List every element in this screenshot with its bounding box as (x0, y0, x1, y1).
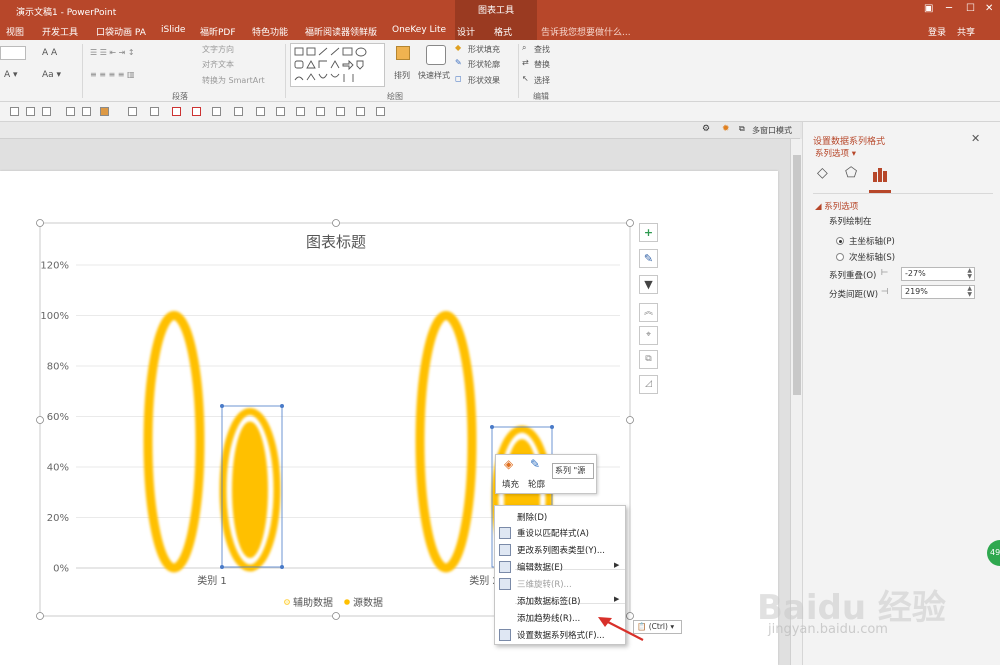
layers-icon[interactable]: ⧉ (639, 350, 658, 369)
annotation-arrow (598, 617, 644, 641)
context-menu-item[interactable]: 更改系列图表类型(Y)... (495, 543, 625, 557)
mini-toolbar: ◈ 填充 ✎ 轮廓 系列 "源 (495, 454, 597, 494)
context-menu-item-label: 添加趋势线(R)... (517, 614, 581, 624)
context-menu-item[interactable]: 删除(D) (495, 510, 625, 524)
y-tick-label: 100% (40, 311, 69, 322)
edit-data-icon (499, 561, 511, 573)
series-options-section[interactable]: ◢ 系列选项 (815, 200, 858, 212)
chart-title[interactable]: 图表标题 (306, 233, 366, 251)
context-menu-item-label: 三维旋转(R)... (517, 580, 572, 590)
bar-aux-series[interactable] (143, 311, 205, 573)
overlap-spinner[interactable]: -27% ▲ ▼ (901, 267, 975, 281)
context-menu-item[interactable]: 编辑数据(E) ▶ (495, 560, 625, 574)
legend-marker (344, 599, 350, 605)
overlap-label: 系列重叠(O) (829, 271, 877, 281)
submenu-arrow-icon: ▶ (614, 595, 620, 603)
y-tick-label: 40% (47, 463, 69, 474)
filter-icon[interactable]: ▼ (639, 275, 658, 294)
bar-chart-icon[interactable] (872, 166, 888, 182)
resize-handle[interactable] (36, 219, 44, 227)
x-axis-ticks: 类别 1 类别 2 (197, 574, 499, 587)
primary-axis-radio[interactable] (836, 237, 844, 245)
context-menu-item[interactable]: 重设以匹配样式(A) (495, 526, 625, 540)
y-tick-label: 120% (40, 261, 69, 272)
legend-marker (284, 599, 290, 605)
fill-button[interactable]: 填充 (502, 478, 519, 490)
context-menu-item-label: 编辑数据(E) (517, 563, 564, 573)
context-menu-item: 三维旋转(R)... (495, 577, 625, 591)
resize-handle[interactable] (332, 219, 340, 227)
fill-bucket-icon[interactable]: ◈ (504, 457, 513, 471)
resize-handle[interactable] (36, 416, 44, 424)
reset-icon (499, 527, 511, 539)
share-button[interactable]: 共享 (957, 25, 975, 38)
context-menu-item-label: 重设以匹配样式(A) (517, 529, 589, 539)
outline-pen-icon[interactable]: ✎ (530, 457, 540, 471)
spinner-arrows-icon[interactable]: ▲ ▼ (967, 268, 972, 280)
resize-handle[interactable] (626, 416, 634, 424)
chart-bars (143, 311, 553, 573)
secondary-axis-label[interactable]: 次坐标轴(S) (849, 251, 895, 263)
gap-width-spinner[interactable]: 219% ▲ ▼ (901, 285, 975, 299)
effects-pentagon-icon[interactable]: ⬠ (845, 165, 857, 181)
context-menu-item[interactable]: 添加数据标签(B) ▶ (495, 594, 625, 608)
chart-legend: 辅助数据 源数据 (284, 596, 383, 609)
spinner-arrows-icon[interactable]: ▲ ▼ (967, 286, 972, 298)
secondary-axis-radio[interactable] (836, 253, 844, 261)
legend-label[interactable]: 辅助数据 (293, 596, 333, 609)
primary-axis-label[interactable]: 主坐标轴(P) (849, 235, 895, 247)
resize-handle[interactable] (626, 219, 634, 227)
legend-label[interactable]: 源数据 (353, 596, 383, 609)
pane-title: 设置数据系列格式 (813, 137, 886, 147)
gap-width-label: 分类间距(W) (829, 290, 879, 300)
series-dropdown[interactable]: 系列 "源 (552, 463, 594, 479)
format-series-icon (499, 629, 511, 641)
slider-icon[interactable]: ⊢ (881, 268, 888, 278)
brush-icon[interactable]: ✎ (639, 249, 658, 268)
y-tick-label: 60% (47, 412, 69, 423)
watermark-url: jingyan.baidu.com (768, 622, 888, 637)
resize-icon[interactable]: ◿ (639, 375, 658, 394)
maximize-icon[interactable]: ☐ (966, 3, 975, 14)
y-axis-ticks: 0% 20% 40% 60% 80% 100% 120% (40, 261, 69, 575)
context-menu-item-label: 更改系列图表类型(Y)... (517, 546, 605, 556)
minimize-icon[interactable]: ─ (946, 3, 952, 14)
rotate-3d-icon (499, 578, 511, 590)
chevron-up-icon[interactable]: ︽ (639, 303, 658, 322)
y-tick-label: 20% (47, 513, 69, 524)
restore-icon[interactable]: ▣ (924, 3, 933, 14)
login-link[interactable]: 登录 (928, 25, 946, 38)
chart[interactable]: 0% 20% 40% 60% 80% 100% 120% 类别 1 类别 2 图表标题 辅助数… (0, 0, 800, 665)
anchor-icon[interactable]: ⌖ (639, 326, 658, 345)
series-options-dropdown[interactable]: 系列选项 ▾ (815, 147, 856, 159)
y-tick-label: 0% (53, 564, 69, 575)
y-tick-label: 80% (47, 362, 69, 373)
bar-source-series[interactable] (232, 421, 268, 558)
close-icon[interactable]: ✕ (971, 132, 980, 145)
slider-icon[interactable]: ⊣ (881, 287, 888, 297)
close-icon[interactable]: ✕ (985, 3, 993, 14)
bar-aux-series[interactable] (415, 311, 477, 573)
context-menu-item-label: 设置数据系列格式(F)... (517, 631, 605, 641)
chart-type-icon (499, 544, 511, 556)
submenu-arrow-icon: ▶ (614, 561, 620, 569)
x-tick-label: 类别 1 (197, 574, 227, 587)
plus-icon[interactable]: + (639, 223, 658, 242)
fill-line-icon[interactable]: ◇ (817, 165, 828, 181)
context-menu-item-label: 添加数据标签(B) (517, 597, 581, 607)
resize-handle[interactable] (332, 612, 340, 620)
resize-handle[interactable] (36, 612, 44, 620)
plot-on-label: 系列绘制在 (829, 217, 872, 227)
outline-button[interactable]: 轮廓 (528, 478, 545, 490)
context-menu-item-label: 删除(D) (517, 513, 548, 523)
